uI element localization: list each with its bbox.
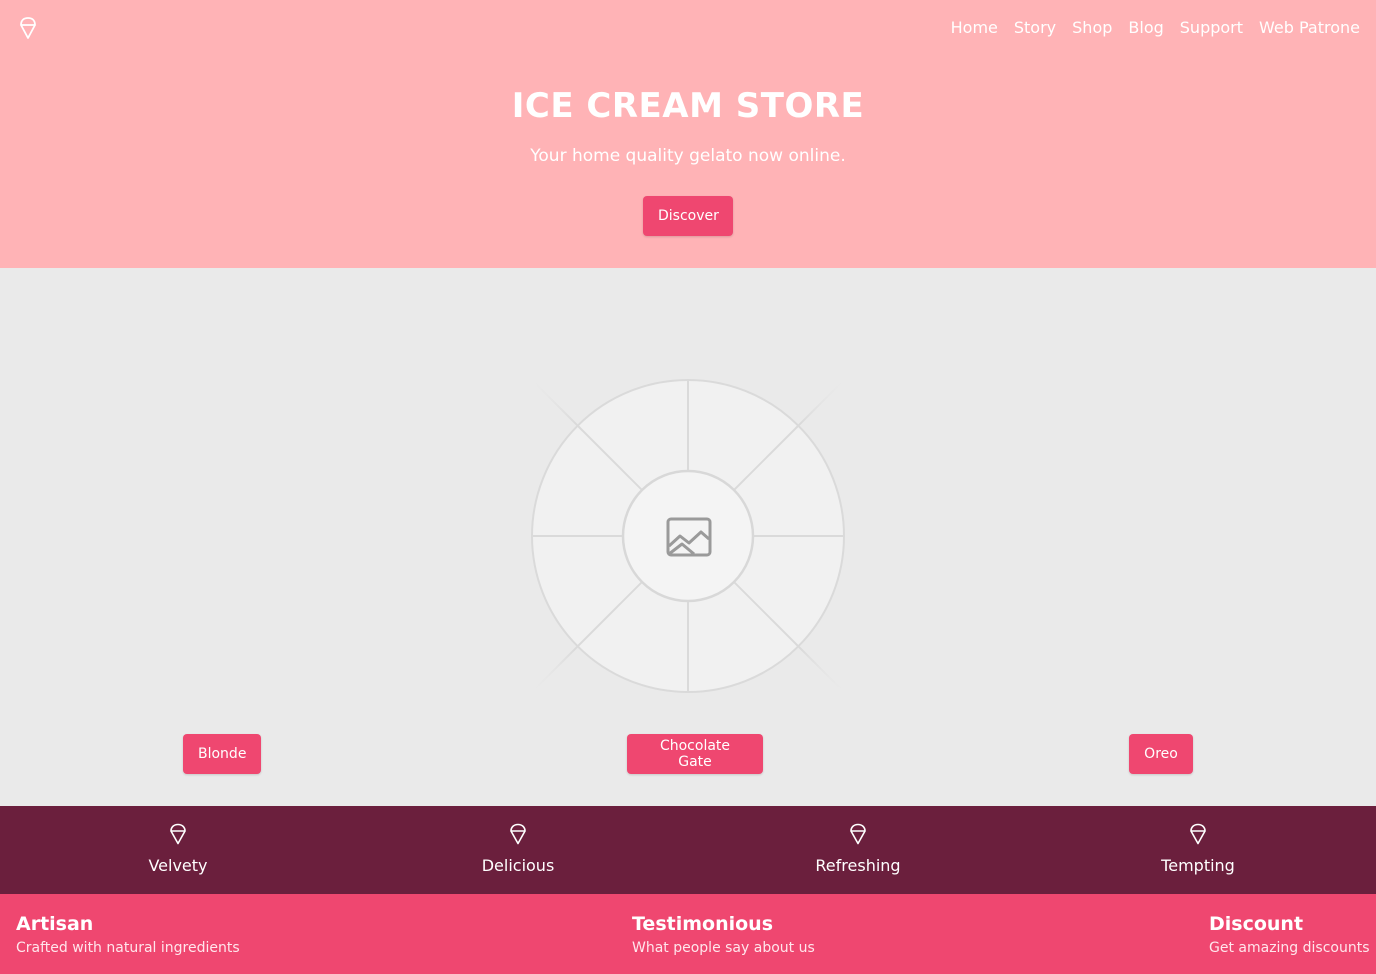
nav-story-link[interactable]: Story bbox=[1014, 18, 1056, 38]
footer-text: Get amazing discounts bbox=[1209, 940, 1370, 956]
feature-tempting: Tempting bbox=[1098, 806, 1298, 894]
footer-text: What people say about us bbox=[632, 940, 815, 956]
footer: Artisan Crafted with natural ingredients… bbox=[0, 894, 1376, 974]
product-oreo-button[interactable]: Oreo bbox=[1129, 734, 1193, 774]
product-chocolate-gate-button[interactable]: Chocolate Gate bbox=[627, 734, 763, 774]
ice-cream-logo-icon[interactable] bbox=[18, 16, 38, 40]
nav-home-link[interactable]: Home bbox=[951, 18, 998, 38]
feature-label: Tempting bbox=[1161, 856, 1235, 875]
ice-cream-cone-icon bbox=[850, 823, 866, 845]
feature-label: Velvety bbox=[148, 856, 208, 875]
nav-support-link[interactable]: Support bbox=[1180, 18, 1243, 38]
ice-cream-cone-icon bbox=[1190, 823, 1206, 845]
footer-artisan[interactable]: Artisan Crafted with natural ingredients bbox=[16, 912, 240, 958]
nav-blog-link[interactable]: Blog bbox=[1128, 18, 1163, 38]
image-placeholder-icon bbox=[460, 308, 916, 768]
footer-heading: Testimonious bbox=[632, 913, 774, 935]
footer-heading: Artisan bbox=[16, 913, 94, 935]
page-title: ICE CREAM STORE bbox=[511, 86, 865, 126]
ice-cream-cone-icon bbox=[510, 823, 526, 845]
features-bar: Velvety Delicious Refreshing Tempting bbox=[0, 806, 1376, 894]
footer-text: Crafted with natural ingredients bbox=[16, 940, 240, 956]
main-nav: Home Story Shop Blog Support Web Patrone bbox=[951, 18, 1360, 38]
feature-label: Refreshing bbox=[815, 856, 901, 875]
nav-web-patrone-link[interactable]: Web Patrone bbox=[1259, 18, 1360, 38]
feature-label: Delicious bbox=[481, 856, 555, 875]
product-blonde-button[interactable]: Blonde bbox=[183, 734, 261, 774]
hero-header: Home Story Shop Blog Support Web Patrone… bbox=[0, 0, 1376, 268]
product-showcase: Blonde Chocolate Gate Oreo bbox=[0, 268, 1376, 806]
feature-delicious: Delicious bbox=[418, 806, 618, 894]
hero-subtitle: Your home quality gelato now online. bbox=[530, 146, 846, 166]
feature-refreshing: Refreshing bbox=[758, 806, 958, 894]
feature-velvety: Velvety bbox=[78, 806, 278, 894]
discover-button[interactable]: Discover bbox=[643, 196, 733, 236]
ice-cream-cone-icon bbox=[170, 823, 186, 845]
footer-testimonious[interactable]: Testimonious What people say about us bbox=[632, 912, 815, 958]
footer-heading: Discount bbox=[1209, 913, 1304, 935]
nav-shop-link[interactable]: Shop bbox=[1072, 18, 1112, 38]
footer-discount[interactable]: Discount Get amazing discounts bbox=[1209, 912, 1370, 958]
